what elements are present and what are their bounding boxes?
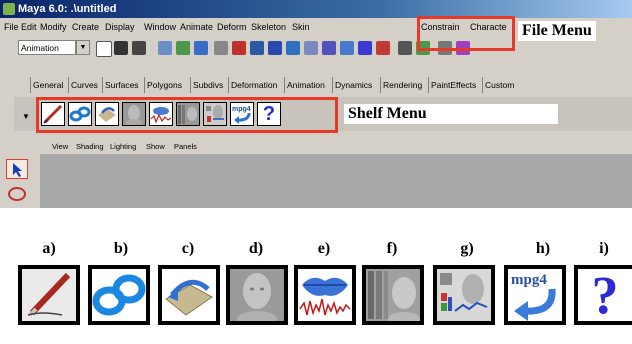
bars-head-icon bbox=[362, 265, 424, 325]
menu-set-select[interactable]: Animation bbox=[18, 40, 76, 55]
snap-grid-icon[interactable] bbox=[232, 41, 246, 55]
icon-label-h: h) bbox=[535, 240, 551, 257]
menu-window[interactable]: Window bbox=[144, 18, 176, 36]
tab-curves[interactable]: Curves bbox=[68, 77, 100, 93]
tab-painteffects[interactable]: PaintEffects bbox=[428, 77, 478, 93]
panel-menu-view[interactable]: View bbox=[52, 139, 68, 154]
panel-menu-lighting[interactable]: Lighting bbox=[110, 139, 136, 154]
panel-menu-show[interactable]: Show bbox=[146, 139, 165, 154]
render-icon[interactable] bbox=[376, 41, 390, 55]
menu-file[interactable]: File bbox=[4, 18, 19, 36]
panel-menu-shading[interactable]: Shading bbox=[76, 139, 104, 154]
icon-label-c: c) bbox=[181, 240, 195, 257]
icon-label-f: f) bbox=[386, 240, 398, 257]
outputs-icon[interactable] bbox=[340, 41, 354, 55]
tab-subdivs[interactable]: Subdivs bbox=[190, 77, 225, 93]
lasso-tool-icon[interactable] bbox=[6, 185, 28, 205]
head-graph-icon bbox=[433, 265, 495, 325]
select-object-icon[interactable] bbox=[176, 41, 190, 55]
tab-custom[interactable]: Custom bbox=[482, 77, 516, 93]
save-scene-icon[interactable] bbox=[132, 41, 146, 55]
title-bar: Maya 6.0: .\untitled bbox=[0, 0, 632, 18]
snap-curve-icon[interactable] bbox=[250, 41, 264, 55]
snap-point-icon[interactable] bbox=[268, 41, 282, 55]
question-icon: ? bbox=[574, 265, 632, 325]
cloth-arrow-icon bbox=[158, 265, 220, 325]
menu-deform[interactable]: Deform bbox=[217, 18, 247, 36]
panel-menu-panels[interactable]: Panels bbox=[174, 139, 197, 154]
menu-animate[interactable]: Animate bbox=[180, 18, 213, 36]
lock-selection-icon[interactable] bbox=[214, 41, 228, 55]
tab-deformation[interactable]: Deformation bbox=[228, 77, 279, 93]
menu-edit[interactable]: Edit bbox=[21, 18, 37, 36]
select-component-icon[interactable] bbox=[194, 41, 208, 55]
icon-label-d: d) bbox=[248, 240, 264, 257]
select-tool-icon[interactable] bbox=[6, 159, 28, 179]
tab-animation[interactable]: Animation bbox=[284, 77, 327, 93]
waveform-lips-icon bbox=[294, 265, 356, 325]
panel-menu: View Shading Lighting Show Panels bbox=[40, 139, 632, 154]
history-icon[interactable] bbox=[304, 41, 318, 55]
menu-skin[interactable]: Skin bbox=[292, 18, 310, 36]
icon-label-b: b) bbox=[113, 240, 129, 257]
file-menu-highlight-box bbox=[417, 16, 515, 51]
file-menu-callout: File Menu bbox=[518, 21, 596, 41]
icon-label-e: e) bbox=[317, 240, 331, 257]
chevron-down-icon[interactable]: ▼ bbox=[76, 40, 90, 55]
new-scene-icon[interactable] bbox=[96, 41, 112, 57]
mpg4-icon: mpg4 bbox=[504, 265, 566, 325]
shelf-menu-arrow-icon[interactable]: ▼ bbox=[22, 112, 34, 124]
head-icon bbox=[226, 265, 288, 325]
tab-general[interactable]: General bbox=[30, 77, 65, 93]
open-scene-icon[interactable] bbox=[114, 41, 128, 55]
select-hierarchy-icon[interactable] bbox=[158, 41, 172, 55]
menu-skeleton[interactable]: Skeleton bbox=[251, 18, 286, 36]
tab-surfaces[interactable]: Surfaces bbox=[102, 77, 141, 93]
menu-modify[interactable]: Modify bbox=[40, 18, 67, 36]
maya-logo-icon bbox=[3, 3, 15, 15]
window-title: Maya 6.0: .\untitled bbox=[18, 3, 117, 15]
tab-rendering[interactable]: Rendering bbox=[380, 77, 424, 93]
pencil-icon bbox=[18, 265, 80, 325]
toolbox bbox=[0, 139, 40, 208]
snap-plane-icon[interactable] bbox=[286, 41, 300, 55]
shelf-highlight-box bbox=[36, 97, 338, 133]
inputs-icon[interactable] bbox=[322, 41, 336, 55]
ipr-render-icon[interactable] bbox=[398, 41, 412, 55]
icon-label-g: g) bbox=[460, 240, 474, 257]
svg-text:mpg4: mpg4 bbox=[511, 272, 547, 288]
shelf-menu-callout: Shelf Menu bbox=[344, 104, 558, 124]
icon-label-i: i) bbox=[599, 240, 609, 257]
icon-label-a: a) bbox=[42, 240, 56, 257]
tab-dynamics[interactable]: Dynamics bbox=[332, 77, 374, 93]
status-line: Animation ▼ bbox=[0, 36, 632, 72]
menu-display[interactable]: Display bbox=[105, 18, 135, 36]
menu-create[interactable]: Create bbox=[72, 18, 99, 36]
help-icon[interactable] bbox=[358, 41, 372, 55]
tab-polygons[interactable]: Polygons bbox=[144, 77, 184, 93]
mask-loop-icon bbox=[88, 265, 150, 325]
